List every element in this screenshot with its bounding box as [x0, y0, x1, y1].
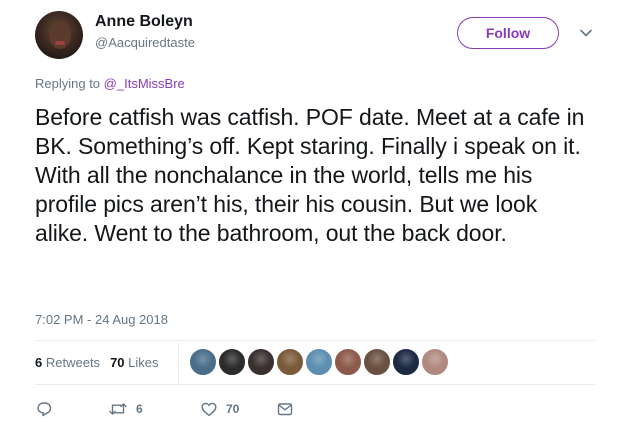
author-handle[interactable]: @Aacquiredtaste	[95, 35, 195, 50]
likes-stat[interactable]: 70 Likes	[110, 355, 158, 370]
reply-button[interactable]	[35, 400, 53, 418]
retweet-action-count: 6	[136, 402, 143, 416]
divider-bottom	[35, 384, 595, 385]
retweets-label: Retweets	[45, 355, 101, 370]
likes-count: 70	[110, 355, 125, 370]
author-name[interactable]: Anne Boleyn	[95, 13, 193, 31]
chevron-down-icon[interactable]	[579, 26, 593, 40]
retweet-button[interactable]: 6	[108, 400, 143, 418]
reply-icon	[37, 402, 52, 417]
like-button[interactable]: 70	[200, 400, 239, 418]
tweet-stats: 6 Retweets 70 Likes	[35, 355, 159, 370]
retweets-count: 6	[35, 355, 43, 370]
likes-label: Likes	[128, 355, 159, 370]
follow-button[interactable]: Follow	[457, 17, 559, 49]
tweet-card: Anne Boleyn @Aacquiredtaste Follow Reply…	[0, 0, 630, 445]
tweet-timestamp[interactable]: 7:02 PM - 24 Aug 2018	[35, 312, 168, 327]
replying-to-handle-link[interactable]: @_ItsMissBre	[104, 76, 185, 91]
liker-avatar[interactable]	[218, 348, 246, 376]
divider-top	[35, 340, 595, 341]
avatar-lips	[55, 41, 65, 45]
tweet-text: Before catfish was catfish. POF date. Me…	[35, 104, 585, 246]
liker-avatar[interactable]	[305, 348, 333, 376]
like-action-count: 70	[226, 402, 240, 416]
liker-avatar[interactable]	[189, 348, 217, 376]
liker-avatar[interactable]	[334, 348, 362, 376]
heart-icon	[201, 402, 217, 416]
replying-to-label: Replying to	[35, 76, 101, 91]
retweet-icon	[109, 403, 127, 415]
liker-avatar[interactable]	[421, 348, 449, 376]
liker-avatar[interactable]	[392, 348, 420, 376]
stats-separator	[178, 343, 179, 383]
liker-avatar[interactable]	[247, 348, 275, 376]
direct-message-icon	[277, 403, 293, 416]
liker-avatar[interactable]	[363, 348, 391, 376]
direct-message-button[interactable]	[276, 400, 294, 418]
replying-to: Replying to @_ItsMissBre	[35, 76, 185, 91]
retweets-stat[interactable]: 6 Retweets	[35, 355, 100, 370]
author-avatar[interactable]	[35, 11, 83, 59]
liker-avatar[interactable]	[276, 348, 304, 376]
